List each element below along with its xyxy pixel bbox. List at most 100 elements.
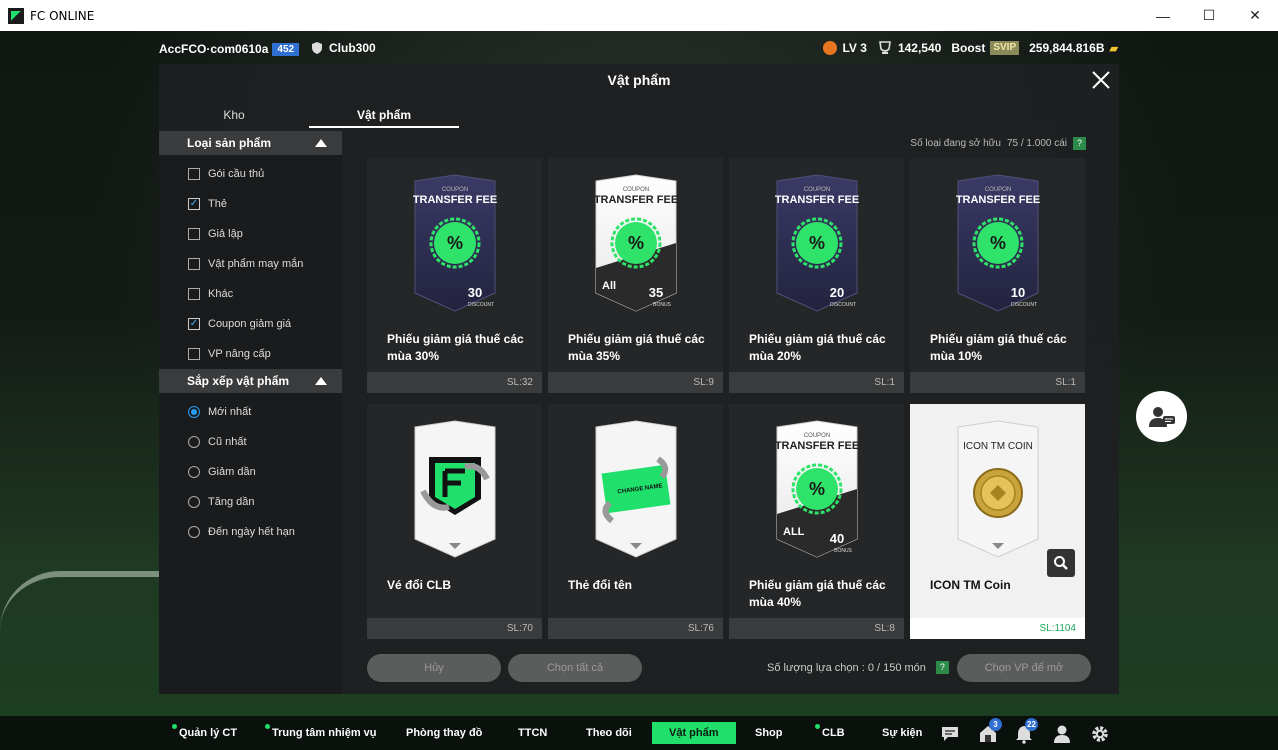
nav-item-ttcn[interactable]: TTCN: [510, 722, 555, 744]
user-chat-icon: [1148, 406, 1175, 427]
coupon-title: TRANSFER FEE: [956, 194, 1040, 206]
sort-option[interactable]: Giảm dần: [159, 457, 342, 487]
sort-option[interactable]: Cũ nhất: [159, 427, 342, 457]
nav-item-tracking[interactable]: Theo dõi: [578, 722, 640, 744]
filter-option[interactable]: ✓ Thẻ: [159, 189, 342, 219]
sort-option-label: Mới nhất: [208, 406, 252, 418]
coupon-label: COUPON: [985, 187, 1011, 193]
item-artwork: [414, 420, 496, 558]
filter-option[interactable]: Khác: [159, 279, 342, 309]
sort-option[interactable]: Tăng dần: [159, 487, 342, 517]
filter-option[interactable]: Gói cầu thủ: [159, 159, 342, 189]
bottom-nav: Quản lý CT Trung tâm nhiệm vụ Phòng thay…: [0, 716, 1278, 750]
percent-icon: %: [809, 479, 825, 499]
top-info-bar: AccFCO·com0610a 452 Club300 LV 3 142,540…: [0, 38, 1278, 60]
panel-tabs: Kho Vật phẩm: [159, 102, 459, 128]
currency-stat: 259,844.816B ▰: [1029, 41, 1118, 55]
stats-area: LV 3 142,540 Boost SVIP 259,844.816B ▰: [823, 41, 1118, 55]
profile-icon[interactable]: [1052, 724, 1072, 744]
filter-option-label: Coupon giảm giá: [208, 318, 292, 330]
product-type-title: Loại sản phẩm: [187, 136, 272, 150]
radio-icon[interactable]: [188, 526, 200, 538]
chat-icon[interactable]: [940, 724, 960, 744]
boost-label: Boost: [951, 41, 986, 55]
tab-items[interactable]: Vật phẩm: [309, 102, 459, 128]
nav-item-events[interactable]: Sự kiện: [874, 722, 930, 744]
nav-item-management[interactable]: Quản lý CT: [171, 722, 245, 744]
item-quantity: SL:8: [729, 618, 904, 639]
close-icon[interactable]: [1089, 68, 1113, 92]
item-card[interactable]: COUPON TRANSFER FEE% All 35 BONUS Phiếu giảm …: [548, 158, 723, 393]
item-artwork: CHANGE NAME: [595, 420, 677, 558]
select-all-button[interactable]: Chọn tất cả: [508, 654, 642, 682]
nav-item-club[interactable]: CLB: [814, 722, 853, 744]
nav-item-locker-room[interactable]: Phòng thay đồ: [398, 722, 490, 744]
friends-chat-button[interactable]: [1136, 391, 1187, 442]
checkbox-checked-icon[interactable]: ✓: [188, 198, 200, 210]
owned-label: Số loại đang sở hữu: [910, 138, 1001, 149]
svip-badge: SVIP: [990, 41, 1020, 55]
filter-option[interactable]: Giả lập: [159, 219, 342, 249]
account-info[interactable]: AccFCO·com0610a 452: [159, 42, 300, 56]
item-card[interactable]: ICON TM COIN ICON TM Coin SL:1104: [910, 404, 1085, 639]
nav-item-items[interactable]: Vật phẩm: [652, 722, 736, 744]
radio-icon[interactable]: [188, 436, 200, 448]
sort-option[interactable]: Mới nhất: [159, 397, 342, 427]
checkbox-icon[interactable]: [188, 258, 200, 270]
checkbox-icon[interactable]: [188, 288, 200, 300]
checkbox-icon[interactable]: [188, 168, 200, 180]
item-card[interactable]: COUPON TRANSFER FEE% ALL 40 BONUS Phiếu giảm …: [729, 404, 904, 639]
cancel-button[interactable]: Hủy: [367, 654, 501, 682]
item-name: Thẻ đổi tên: [568, 578, 632, 592]
item-artwork: COUPONTRANSFER FEE% 30 DISCOUNT: [413, 174, 497, 312]
club-info[interactable]: Club300: [310, 41, 376, 55]
discount-word: BONUS: [834, 548, 852, 554]
account-badge: 452: [272, 42, 300, 56]
item-artwork: COUPONTRANSFER FEE% 10 DISCOUNT: [956, 174, 1040, 312]
bell-icon[interactable]: 22: [1014, 718, 1038, 744]
discount-percent: 40: [830, 531, 844, 546]
zoom-button[interactable]: [1047, 549, 1075, 577]
filter-option-label: Vật phẩm may mắn: [208, 258, 304, 270]
item-card[interactable]: CHANGE NAME Thẻ đổi tên SL:76: [548, 404, 723, 639]
item-card[interactable]: COUPON TRANSFER FEE% 20 DISCOUNT Phiếu giảm …: [729, 158, 904, 393]
mailbox-icon[interactable]: 3: [978, 718, 1002, 744]
item-card[interactable]: COUPON TRANSFER FEE% 10 DISCOUNT Phiếu giảm …: [910, 158, 1085, 393]
item-grid: COUPON TRANSFER FEE% 30 DISCOUNT Phiếu giảm …: [367, 158, 1087, 639]
item-card[interactable]: COUPON TRANSFER FEE% 30 DISCOUNT Phiếu giảm …: [367, 158, 542, 393]
close-window-button[interactable]: ✕: [1232, 0, 1278, 31]
sort-option[interactable]: Đến ngày hết hạn: [159, 517, 342, 547]
filter-option[interactable]: ✓ Coupon giảm giá: [159, 309, 342, 339]
checkbox-checked-icon[interactable]: ✓: [188, 318, 200, 330]
minimize-button[interactable]: —: [1140, 0, 1186, 31]
sort-option-list: Mới nhất Cũ nhất Giảm dần Tăng dần Đến ngày …: [159, 397, 342, 547]
item-quantity: SL:70: [367, 618, 542, 639]
coupon-label: COUPON: [804, 187, 830, 193]
item-artwork: COUPONTRANSFER FEE% ALL 40 BONUS: [775, 420, 859, 558]
tab-storage[interactable]: Kho: [159, 102, 309, 128]
owned-count: Số loại đang sở hữu 75 / 1.000 cái ?: [910, 137, 1086, 150]
maximize-button[interactable]: ☐: [1186, 0, 1232, 31]
gear-icon[interactable]: [1090, 724, 1110, 744]
item-quantity: SL:76: [548, 618, 723, 639]
trophy-stat: 142,540: [877, 41, 941, 55]
choose-items-button[interactable]: Chọn VP để mở: [957, 654, 1091, 682]
radio-icon[interactable]: [188, 496, 200, 508]
product-type-header[interactable]: Loại sản phẩm: [159, 131, 342, 155]
checkbox-icon[interactable]: [188, 348, 200, 360]
owned-value: 75 / 1.000 cái: [1006, 138, 1067, 149]
help-icon[interactable]: ?: [935, 661, 949, 674]
filter-option[interactable]: VP nâng cấp: [159, 339, 342, 369]
radio-selected-icon[interactable]: [188, 406, 200, 418]
help-icon[interactable]: ?: [1073, 137, 1086, 150]
boost-stat[interactable]: Boost SVIP: [951, 41, 1020, 55]
filter-option[interactable]: Vật phẩm may mắn: [159, 249, 342, 279]
filter-option-label: Gói cầu thủ: [208, 168, 265, 180]
item-card[interactable]: Vé đổi CLB SL:70: [367, 404, 542, 639]
level-text: LV 3: [842, 41, 867, 55]
nav-item-missions[interactable]: Trung tâm nhiệm vụ: [264, 722, 385, 744]
nav-item-shop[interactable]: Shop: [747, 722, 791, 744]
radio-icon[interactable]: [188, 466, 200, 478]
sort-header[interactable]: Sắp xếp vật phẩm: [159, 369, 342, 393]
checkbox-icon[interactable]: [188, 228, 200, 240]
